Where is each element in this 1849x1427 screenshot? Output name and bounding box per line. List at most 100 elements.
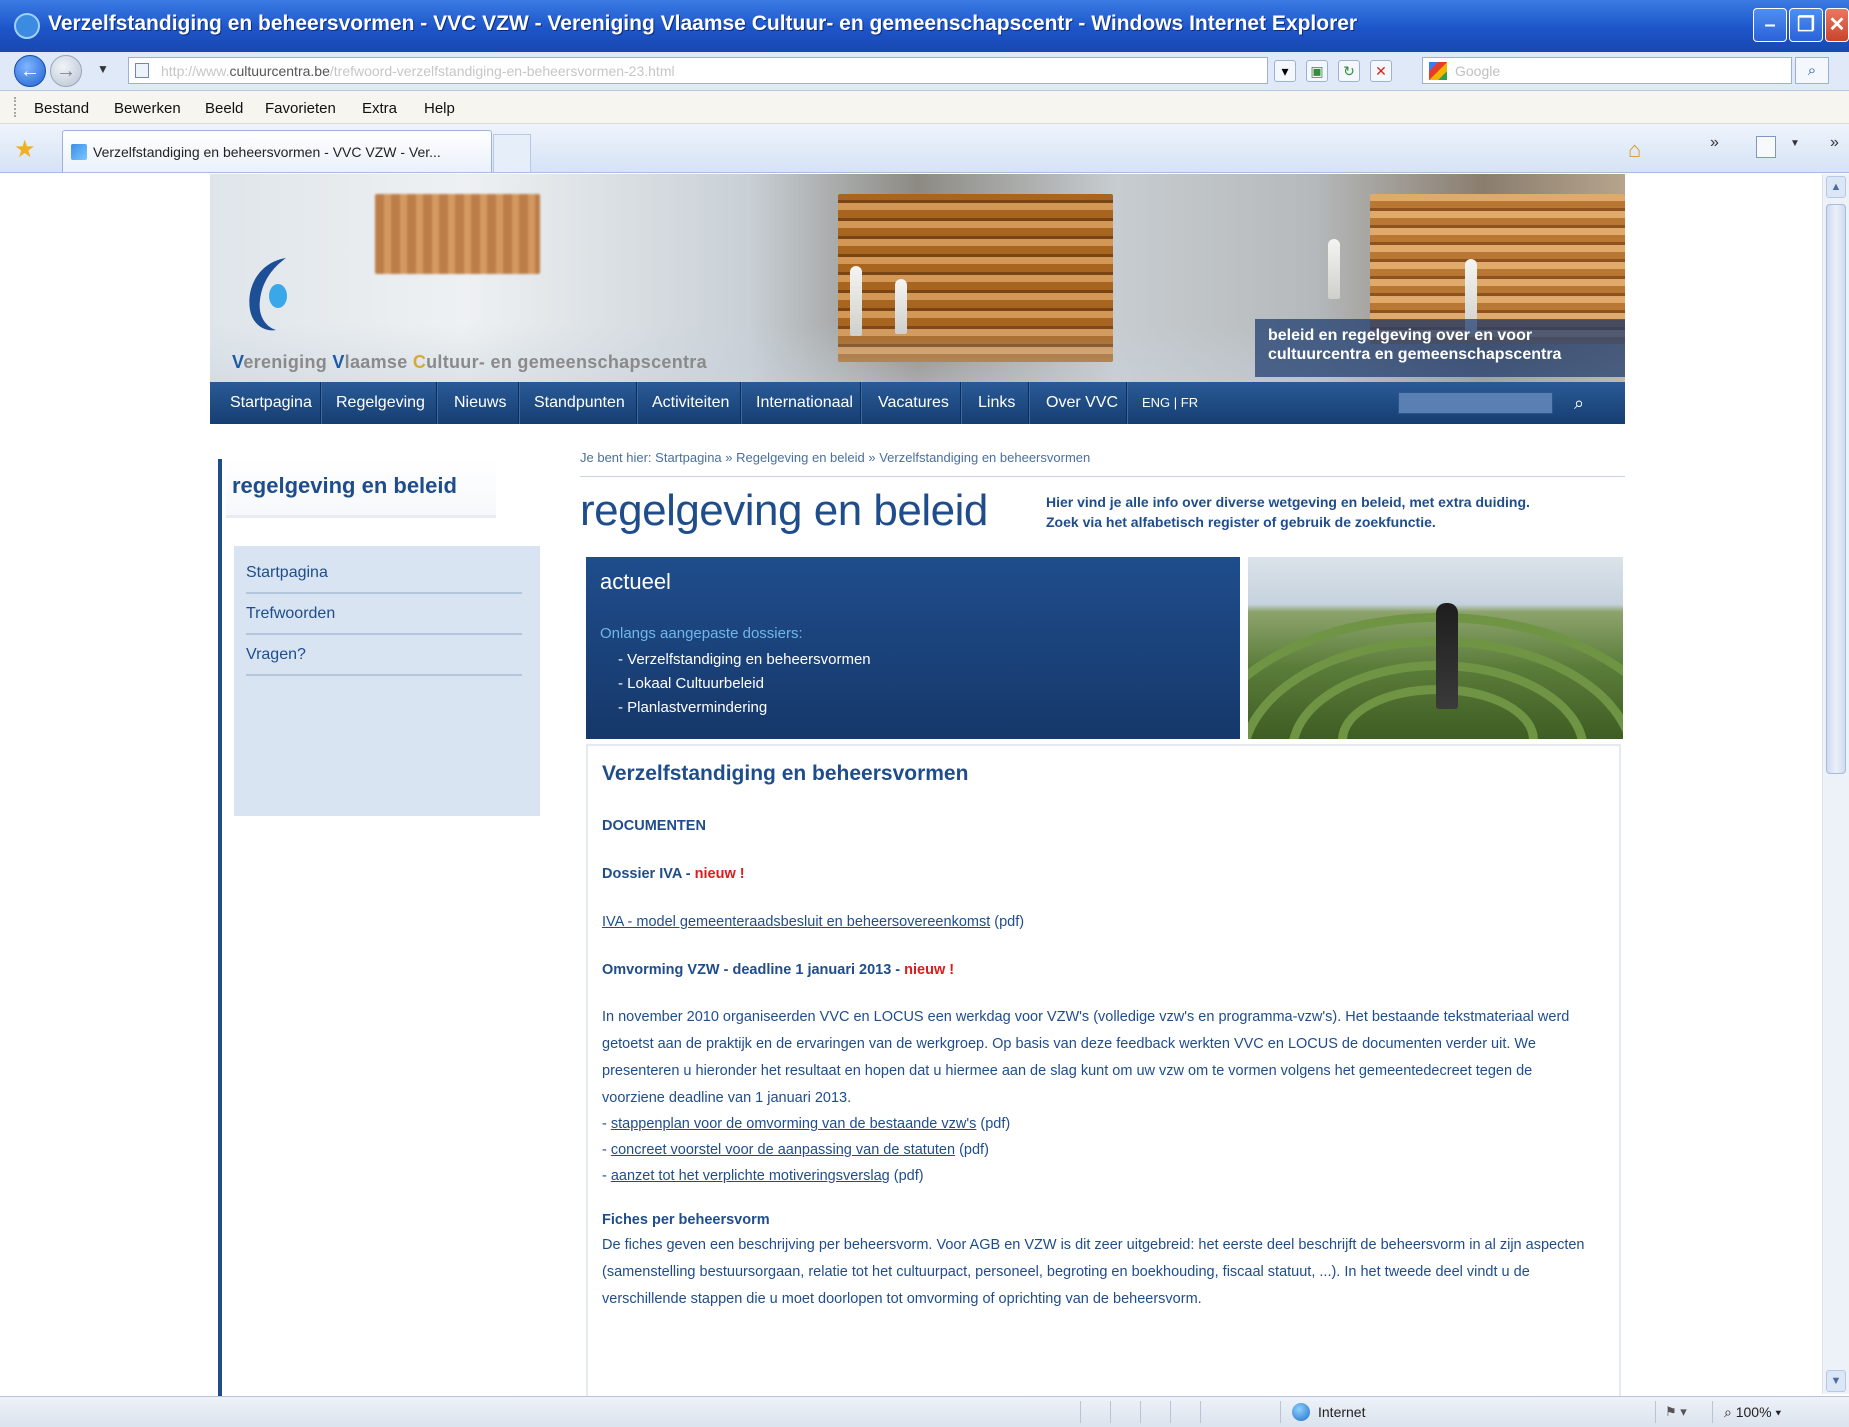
status-separator [1080, 1401, 1081, 1423]
menu-extra[interactable]: Extra [362, 100, 397, 117]
actueel-link-1[interactable]: - Verzelfstandiging en beheersvormen [618, 651, 871, 668]
back-arrow-icon: ← [20, 60, 40, 82]
internet-zone-icon [1292, 1403, 1310, 1421]
maze-image [1248, 557, 1623, 739]
status-separator [1140, 1401, 1141, 1423]
motiveringsverslag-link[interactable]: aanzet tot het verplichte motiveringsver… [611, 1168, 890, 1184]
nav-standpunten[interactable]: Standpunten [534, 382, 625, 424]
address-dropdown-icon[interactable]: ▾ [1274, 60, 1296, 82]
breadcrumb[interactable]: Je bent hier: Startpagina » Regelgeving … [580, 450, 1090, 465]
sidebar-item-startpagina[interactable]: Startpagina [246, 554, 522, 594]
scroll-up-icon[interactable]: ▲ [1826, 176, 1846, 198]
sidebar-menu: Startpagina Trefwoorden Vragen? [234, 546, 540, 816]
sidebar-item-vragen[interactable]: Vragen? [246, 636, 522, 676]
page-menu-icon[interactable] [1756, 136, 1776, 158]
article-title: Verzelfstandiging en beheersvormen [602, 762, 969, 785]
nav-separator [320, 382, 322, 424]
iva-model-link[interactable]: IVA - model gemeenteraadsbesluit en behe… [602, 914, 990, 930]
actueel-panel: actueel Onlangs aangepaste dossiers: - V… [586, 557, 1240, 739]
nav-separator [860, 382, 862, 424]
menu-bewerken[interactable]: Bewerken [114, 100, 181, 117]
zoom-control[interactable]: ⌕ 100% ▾ [1724, 1404, 1781, 1421]
omvorming-paragraph: In november 2010 organiseerden VVC en LO… [602, 1009, 1570, 1106]
forward-button[interactable]: → [50, 55, 82, 87]
fiches-paragraph: De fiches geven een beschrijving per beh… [602, 1237, 1585, 1307]
maze-man-figure [1436, 603, 1458, 709]
close-button[interactable]: ✕ [1825, 8, 1849, 42]
status-separator [1170, 1401, 1171, 1423]
window-title: Verzelfstandiging en beheersvormen - VVC… [48, 12, 1358, 35]
vvc-logo-icon[interactable] [242, 252, 302, 334]
nav-separator [518, 382, 520, 424]
status-separator [1200, 1401, 1201, 1423]
pdf-label: (pdf) [893, 1168, 924, 1184]
page-menu-dropdown-icon[interactable]: ▼ [1790, 138, 1800, 149]
vertical-scrollbar[interactable]: ▲ ▼ [1822, 174, 1849, 1394]
recent-pages-dropdown[interactable]: ▼ [97, 62, 109, 76]
ie-icon [14, 13, 40, 39]
protected-mode-icon[interactable]: ⚑ ▾ [1665, 1404, 1687, 1420]
url-field[interactable]: http://www.cultuurcentra.be/trefwoord-ve… [128, 57, 1268, 84]
search-field[interactable]: Google [1422, 57, 1792, 84]
nav-regelgeving[interactable]: Regelgeving [336, 382, 425, 424]
nav-activiteiten[interactable]: Activiteiten [652, 382, 729, 424]
org-name[interactable]: Vereniging Vlaamse Cultuur- en gemeensch… [232, 352, 707, 373]
pdf-label: (pdf) [980, 1116, 1011, 1132]
nav-over-vvc[interactable]: Over VVC [1046, 382, 1118, 424]
statuten-link[interactable]: concreet voorstel voor de aanpassing van… [611, 1142, 955, 1158]
omvorming-label: Omvorming VZW - deadline 1 januari 2013 [602, 962, 892, 978]
tab-bar: ★ Verzelfstandiging en beheersvormen - V… [0, 124, 1849, 173]
sidebar-title: regelgeving en beleid [232, 473, 457, 498]
browser-tab[interactable]: Verzelfstandiging en beheersvormen - VVC… [62, 130, 492, 172]
refresh-icon[interactable]: ↻ [1338, 60, 1360, 82]
menu-favorieten[interactable]: Favorieten [265, 100, 336, 117]
page-title: regelgeving en beleid [580, 486, 988, 535]
toolbar-overflow-icon[interactable]: » [1710, 134, 1719, 152]
doc-link-row-2: - concreet voorstel voor de aanpassing v… [602, 1142, 989, 1158]
menu-help[interactable]: Help [424, 100, 455, 117]
search-button[interactable]: ⌕ [1795, 57, 1829, 84]
nav-internationaal[interactable]: Internationaal [756, 382, 853, 424]
scroll-thumb[interactable] [1826, 204, 1846, 774]
nav-startpagina[interactable]: Startpagina [230, 382, 312, 424]
maximize-button[interactable]: ❐ [1789, 8, 1823, 42]
security-zone[interactable]: Internet [1318, 1404, 1365, 1420]
new-tab-button[interactable] [493, 134, 531, 172]
scroll-down-icon[interactable]: ▼ [1826, 1370, 1846, 1392]
nav-separator [636, 382, 638, 424]
toolbar-overflow-icon-2[interactable]: » [1830, 134, 1839, 152]
nav-nieuws[interactable]: Nieuws [454, 382, 506, 424]
compatibility-icon[interactable]: ▣ [1306, 60, 1328, 82]
site-banner: beleid en regelgeving over en voor cultu… [210, 174, 1625, 382]
site-search-input[interactable] [1398, 392, 1553, 414]
nav-vacatures[interactable]: Vacatures [878, 382, 949, 424]
actueel-link-2[interactable]: - Lokaal Cultuurbeleid [618, 675, 764, 692]
sidebar-accent-bar [218, 459, 222, 1396]
status-bar: Internet ⚑ ▾ ⌕ 100% ▾ [0, 1396, 1849, 1427]
documenten-label: DOCUMENTEN [602, 818, 706, 834]
status-separator [1712, 1401, 1713, 1423]
tab-label: Verzelfstandiging en beheersvormen - VVC… [93, 144, 441, 160]
back-button[interactable]: ← [14, 55, 46, 87]
actueel-subheading: Onlangs aangepaste dossiers: [600, 625, 803, 642]
stop-icon[interactable]: ✕ [1370, 60, 1392, 82]
actueel-link-3[interactable]: - Planlastvermindering [618, 699, 767, 716]
omvorming-separator: - [891, 962, 905, 978]
zoom-icon: ⌕ [1724, 1404, 1736, 1420]
favorites-star-icon[interactable]: ★ [14, 135, 36, 164]
banner-figure-1 [850, 266, 862, 336]
web-page: beleid en regelgeving over en voor cultu… [210, 174, 1625, 1396]
menu-bestand[interactable]: Bestand [34, 100, 89, 117]
minimize-button[interactable]: – [1753, 8, 1787, 42]
main-navigation: Startpagina Regelgeving Nieuws Standpunt… [210, 382, 1625, 424]
home-icon[interactable]: ⌂ [1628, 137, 1641, 163]
banner-caption-line-1: beleid en regelgeving over en voor [1268, 327, 1533, 344]
site-search-icon[interactable]: ⌕ [1564, 388, 1594, 418]
sidebar-item-trefwoorden[interactable]: Trefwoorden [246, 595, 522, 635]
nav-separator [740, 382, 742, 424]
stappenplan-link[interactable]: stappenplan voor de omvorming van de bes… [611, 1116, 977, 1132]
nav-links[interactable]: Links [978, 382, 1015, 424]
nav-language[interactable]: ENG | FR [1142, 382, 1198, 424]
menu-beeld[interactable]: Beeld [205, 100, 243, 117]
banner-wood-block-1 [375, 194, 540, 274]
